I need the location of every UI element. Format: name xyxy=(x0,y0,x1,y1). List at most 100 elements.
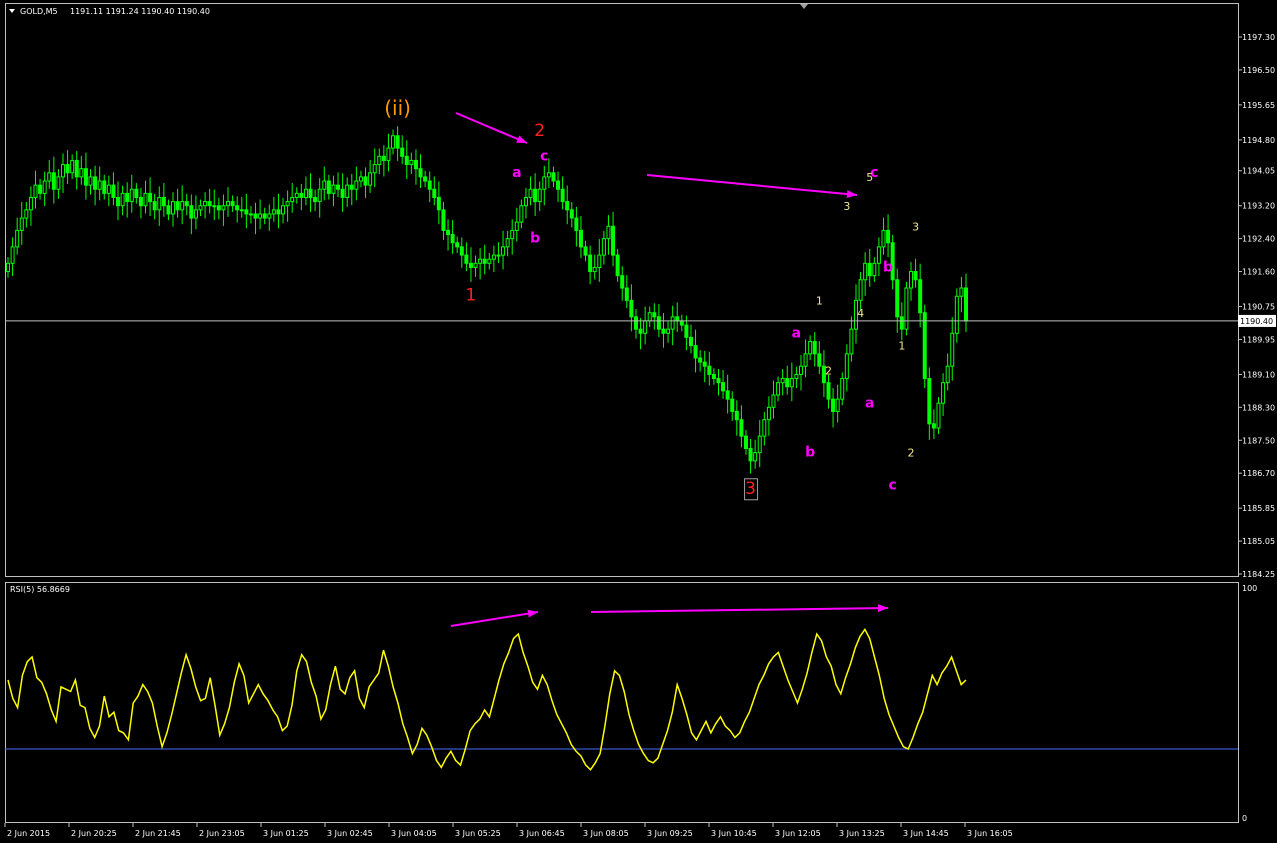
candle-body xyxy=(831,398,836,412)
candle-body xyxy=(698,357,703,363)
price-tick-label: 1185.05 xyxy=(1242,537,1275,546)
candle-body xyxy=(313,196,318,203)
candle-body xyxy=(565,201,570,211)
wave-label[interactable]: 1 xyxy=(816,294,823,307)
candle-body xyxy=(693,345,698,359)
candle-body xyxy=(409,159,414,166)
candle-body xyxy=(743,435,748,449)
current-price-label: 1190.40 xyxy=(1240,317,1273,326)
wave-label[interactable]: a xyxy=(865,395,874,411)
candle-body xyxy=(175,201,180,211)
candle-body xyxy=(583,246,588,256)
candle-body xyxy=(345,184,350,198)
candle-body xyxy=(308,188,313,198)
candle-body xyxy=(262,213,267,219)
candle-body xyxy=(899,316,904,330)
wave-label[interactable]: 1 xyxy=(466,285,477,305)
wave-label[interactable]: 1 xyxy=(898,340,905,353)
candle-body xyxy=(400,147,405,157)
candle-body xyxy=(340,188,345,198)
candle-body xyxy=(542,176,547,190)
time-tick-label: 3 Jun 12:05 xyxy=(775,829,821,838)
candle-body xyxy=(954,295,959,334)
candle-body xyxy=(97,180,102,190)
candle-body xyxy=(679,320,684,326)
candle-body xyxy=(711,373,716,380)
trend-arrow-1-head xyxy=(516,135,527,143)
wave-label[interactable]: 4 xyxy=(857,307,864,320)
rsi-arrow-1[interactable] xyxy=(450,611,539,627)
candle-body xyxy=(908,271,913,289)
wave-label[interactable]: 2 xyxy=(907,447,914,460)
candle-body xyxy=(922,312,927,380)
candle-body xyxy=(702,361,707,367)
wave-label[interactable]: c xyxy=(889,478,897,494)
candle-body xyxy=(368,172,373,186)
rsi-arrow-2[interactable] xyxy=(590,607,889,613)
symbol-label: GOLD,M5 xyxy=(20,7,58,16)
candle-body xyxy=(510,229,515,240)
candle-body xyxy=(597,254,602,268)
candle-body xyxy=(771,394,776,408)
rsi-header-label: RSI(5) 56.8669 xyxy=(10,585,70,594)
candle-body xyxy=(180,201,185,211)
candle-body xyxy=(33,184,38,198)
candle-body xyxy=(363,176,368,186)
price-tick-label: 1191.60 xyxy=(1242,268,1275,277)
candle-body xyxy=(276,209,281,215)
candle-body xyxy=(876,246,881,264)
candle-body xyxy=(684,324,689,338)
price-tick-label: 1189.95 xyxy=(1242,335,1275,344)
candle-body xyxy=(666,328,671,334)
wave-label[interactable]: 5 xyxy=(866,171,873,184)
price-chart[interactable]: GOLD,M5 1191.11 1191.24 1190.40 1190.4011… xyxy=(0,0,1277,578)
candle-body xyxy=(70,159,75,174)
candle-body xyxy=(212,205,217,208)
wave-label[interactable]: 2 xyxy=(825,364,832,377)
candle-body xyxy=(386,147,391,161)
rsi-indicator-panel[interactable]: RSI(5) 56.8669 100 0 xyxy=(0,578,1277,823)
candle-body xyxy=(835,398,840,412)
candle-body xyxy=(803,353,808,367)
candle-body xyxy=(152,201,157,211)
wave-label[interactable]: 3 xyxy=(745,479,756,499)
candle-body xyxy=(102,180,107,194)
candle-body xyxy=(578,229,583,248)
wave-label[interactable]: b xyxy=(883,260,893,276)
time-tick-label: 2 Jun 2015 xyxy=(7,829,50,838)
candle-body xyxy=(74,159,79,178)
chart-shift-marker-icon[interactable] xyxy=(800,4,808,9)
candle-body xyxy=(395,135,400,149)
candle-body xyxy=(789,378,794,388)
wave-label[interactable]: b xyxy=(805,445,815,461)
candle-body xyxy=(688,336,693,347)
candle-body xyxy=(496,254,501,257)
candle-body xyxy=(757,435,762,454)
trend-arrow-2[interactable] xyxy=(646,174,858,196)
price-tick-label: 1197.30 xyxy=(1242,33,1275,42)
candle-body xyxy=(620,275,625,289)
wave-label[interactable]: b xyxy=(530,231,540,247)
candle-body xyxy=(730,398,735,412)
trend-arrow-1[interactable] xyxy=(455,112,528,144)
candle-body xyxy=(652,312,657,318)
candle-body xyxy=(258,213,263,219)
candle-body xyxy=(629,299,634,318)
wave-label[interactable]: 3 xyxy=(912,220,919,233)
candle-body xyxy=(941,382,946,404)
wave-label[interactable]: 3 xyxy=(843,200,850,213)
wave-label[interactable]: c xyxy=(540,148,548,164)
wave-label[interactable]: a xyxy=(512,165,521,181)
dropdown-triangle-icon[interactable] xyxy=(9,9,15,13)
time-tick-label: 3 Jun 05:25 xyxy=(455,829,501,838)
wave-label[interactable]: 2 xyxy=(534,121,545,141)
candle-body xyxy=(918,279,923,314)
candle-body xyxy=(161,196,166,207)
price-tick-label: 1195.65 xyxy=(1242,101,1275,110)
wave-label[interactable]: a xyxy=(792,325,801,341)
candle-body xyxy=(560,188,565,203)
rsi-arrow-1-head xyxy=(527,609,538,618)
candle-body xyxy=(514,221,519,231)
wave-label[interactable]: (ii) xyxy=(384,96,411,120)
candle-body xyxy=(216,205,221,211)
